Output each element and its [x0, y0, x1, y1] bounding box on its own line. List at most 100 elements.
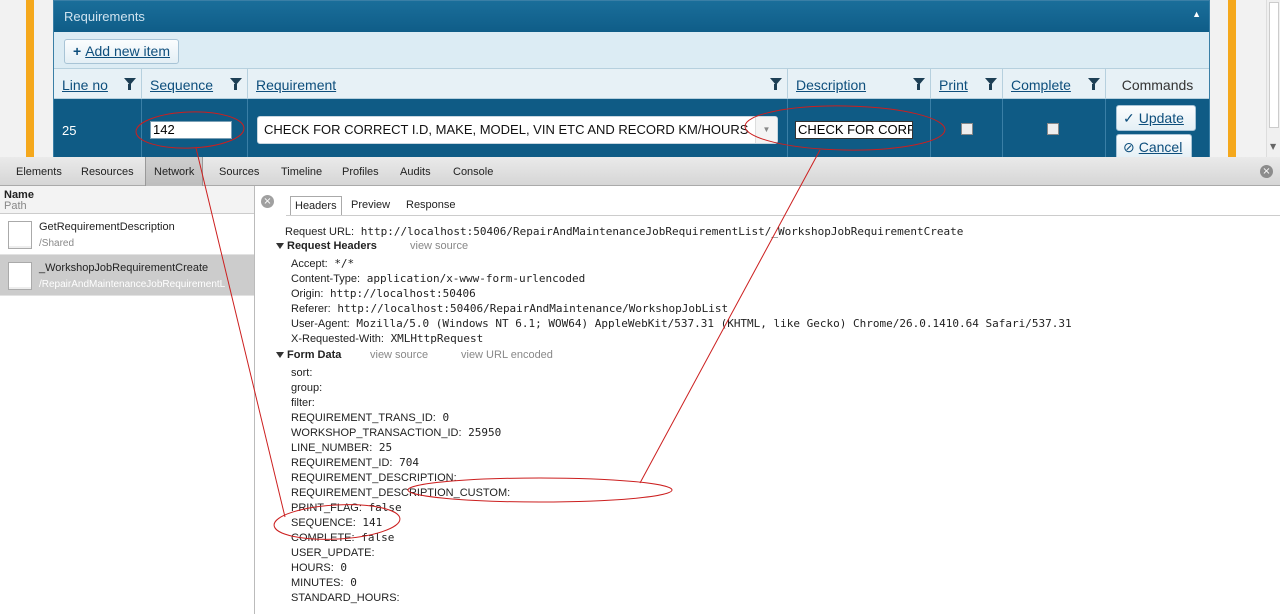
tab-preview[interactable]: Preview: [347, 196, 394, 215]
filter-icon[interactable]: [230, 78, 242, 90]
document-icon: [8, 221, 32, 249]
form-data-row-key: WORKSHOP_TRANSACTION_ID:: [291, 427, 462, 439]
col-requirement-label[interactable]: Requirement: [256, 77, 336, 93]
list-header-name[interactable]: Name: [4, 190, 250, 201]
description-input[interactable]: CHECK FOR CORR: [795, 121, 913, 139]
col-complete[interactable]: Complete: [1003, 69, 1106, 99]
filter-icon[interactable]: [1088, 78, 1100, 90]
devtools-panel: Elements Resources Network Sources Timel…: [0, 157, 1280, 614]
tab-profiles[interactable]: Profiles: [334, 157, 387, 186]
header-row-key: Origin:: [291, 288, 324, 300]
col-description-label[interactable]: Description: [796, 77, 866, 93]
filter-icon[interactable]: [985, 78, 997, 90]
tab-response[interactable]: Response: [402, 196, 460, 215]
form-data-title: Form Data: [287, 349, 342, 361]
page-scrollbar[interactable]: ▼: [1266, 0, 1280, 157]
header-row-key: X-Requested-With:: [291, 333, 384, 345]
form-data-row-key: STANDARD_HOURS:: [291, 592, 400, 604]
form-data-row-key: MINUTES:: [291, 577, 344, 589]
col-requirement[interactable]: Requirement: [248, 69, 788, 99]
sequence-input[interactable]: 142: [150, 121, 232, 139]
request-headers-section[interactable]: Request Headers: [276, 240, 377, 252]
devtools-tabbar: Elements Resources Network Sources Timel…: [0, 157, 1280, 186]
chevron-down-icon[interactable]: ▼: [755, 117, 777, 143]
panel-header: Requirements ▲: [54, 1, 1209, 32]
column-headers: Line no Sequence Requirement Description…: [54, 69, 1209, 99]
header-row-value: http://localhost:50406: [330, 287, 476, 300]
filter-icon[interactable]: [770, 78, 782, 90]
scrollbar-thumb[interactable]: [1269, 2, 1279, 128]
tab-console[interactable]: Console: [445, 157, 501, 186]
add-new-item-label: Add new item: [85, 43, 171, 59]
check-icon: ✓: [1123, 110, 1135, 126]
request-item-selected[interactable]: _WorkshopJobRequirementCreate /RepairAnd…: [0, 255, 254, 296]
grid-toolbar: + Add new item: [54, 32, 1209, 69]
screenshot: Requirements ▲ + Add new item Line no Seq…: [0, 0, 1280, 614]
tab-timeline[interactable]: Timeline: [273, 157, 330, 186]
col-line-no-label[interactable]: Line no: [62, 77, 108, 93]
col-commands: Commands: [1106, 69, 1209, 99]
filter-icon[interactable]: [124, 78, 136, 90]
col-print[interactable]: Print: [931, 69, 1003, 99]
print-checkbox[interactable]: [961, 123, 973, 135]
view-url-encoded-link[interactable]: view URL encoded: [461, 349, 553, 361]
header-row-value: XMLHttpRequest: [390, 332, 484, 345]
form-data-section[interactable]: Form Data: [276, 349, 341, 361]
form-data-row-value: 0: [350, 576, 357, 589]
header-row: Origin: http://localhost:50406: [291, 286, 476, 302]
update-button[interactable]: ✓ Update: [1116, 105, 1196, 131]
tab-sources[interactable]: Sources: [211, 157, 267, 186]
form-data-row-value: 25: [378, 441, 393, 454]
cancel-button[interactable]: ⊘ Cancel: [1116, 134, 1192, 157]
header-row-value: */*: [334, 257, 355, 270]
list-header: Name Path: [0, 186, 254, 214]
request-url-value: http://localhost:50406/RepairAndMaintena…: [360, 225, 964, 238]
network-request-list: Name Path GetRequirementDescription /Sha…: [0, 186, 255, 614]
add-new-item-button[interactable]: + Add new item: [64, 39, 180, 64]
header-row: Content-Type: application/x-www-form-url…: [291, 271, 585, 287]
form-data-row: HOURS: 0: [291, 560, 347, 576]
view-source-link[interactable]: view source: [410, 240, 468, 252]
col-line-no[interactable]: Line no: [54, 69, 142, 99]
col-sequence-label[interactable]: Sequence: [150, 77, 213, 93]
requirement-dropdown[interactable]: CHECK FOR CORRECT I.D, MAKE, MODEL, VIN …: [257, 116, 778, 144]
filter-icon[interactable]: [913, 78, 925, 90]
tab-elements[interactable]: Elements: [8, 157, 70, 186]
col-print-label[interactable]: Print: [939, 77, 968, 93]
col-complete-label[interactable]: Complete: [1011, 77, 1071, 93]
tab-resources[interactable]: Resources: [73, 157, 142, 186]
complete-checkbox[interactable]: [1047, 123, 1059, 135]
form-data-row: MINUTES: 0: [291, 575, 357, 591]
close-icon[interactable]: ×: [1260, 165, 1273, 178]
close-icon[interactable]: ×: [261, 195, 274, 208]
form-data-row-value: 141: [362, 516, 383, 529]
form-data-row-key: REQUIREMENT_TRANS_ID:: [291, 412, 436, 424]
tab-audits[interactable]: Audits: [392, 157, 439, 186]
list-header-path[interactable]: Path: [4, 201, 250, 212]
col-description[interactable]: Description: [788, 69, 931, 99]
form-data-row-key: COMPLETE:: [291, 532, 355, 544]
form-data-row: REQUIREMENT_DESCRIPTION_CUSTOM:: [291, 485, 517, 501]
document-icon: [8, 262, 32, 290]
plus-icon: +: [73, 43, 82, 59]
tab-headers[interactable]: Headers: [290, 196, 342, 215]
triangle-down-icon: [276, 243, 284, 249]
triangle-down-icon: [276, 352, 284, 358]
scroll-down-icon[interactable]: ▼: [1270, 142, 1276, 151]
request-item[interactable]: GetRequirementDescription /Shared: [0, 214, 254, 255]
view-source-link[interactable]: view source: [370, 349, 428, 361]
update-label: Update: [1138, 110, 1184, 126]
request-headers-title: Request Headers: [287, 240, 377, 252]
form-data-row: REQUIREMENT_DESCRIPTION:: [291, 470, 463, 486]
header-row-value: http://localhost:50406/RepairAndMaintena…: [337, 302, 729, 315]
header-row: Accept: */*: [291, 256, 354, 272]
form-data-row: COMPLETE: false: [291, 530, 394, 546]
form-data-row: REQUIREMENT_TRANS_ID: 0: [291, 410, 449, 426]
form-data-row-key: REQUIREMENT_DESCRIPTION_CUSTOM:: [291, 487, 511, 499]
tab-network[interactable]: Network: [145, 157, 204, 186]
col-sequence[interactable]: Sequence: [142, 69, 248, 99]
collapse-icon[interactable]: ▲: [1192, 9, 1201, 19]
line-no-value: 25: [62, 123, 77, 138]
form-data-row: REQUIREMENT_ID: 704: [291, 455, 419, 471]
page-border-right: [1228, 0, 1236, 157]
